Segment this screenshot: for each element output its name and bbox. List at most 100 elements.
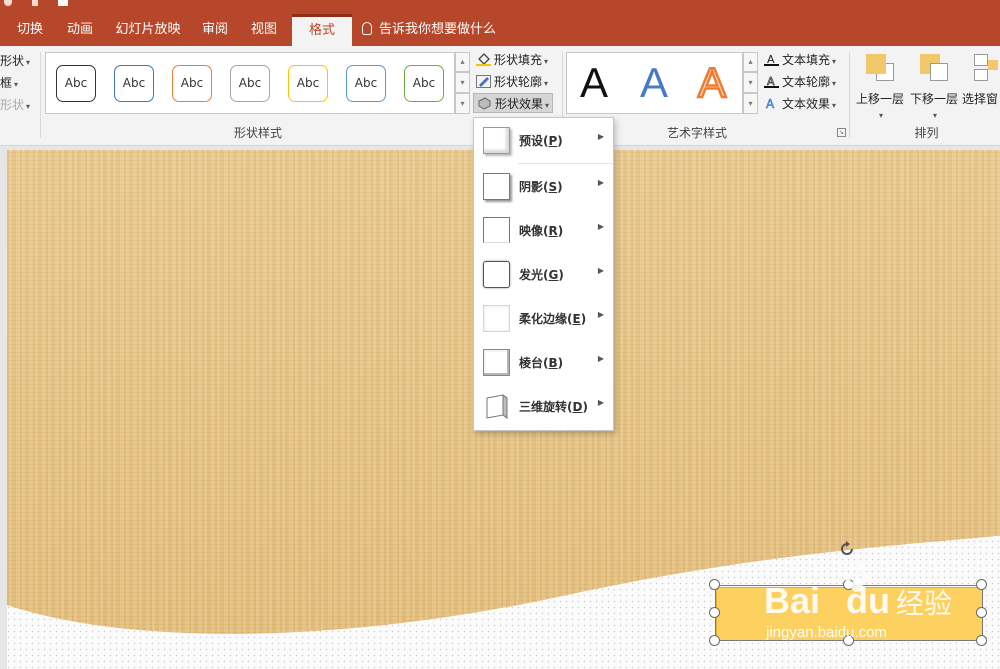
tab-animations[interactable]: 动画	[56, 14, 104, 46]
menu-item-label: 阴影(S)	[519, 180, 563, 194]
shape-effects-label: 形状效果	[495, 97, 544, 111]
wordart-style-blue[interactable]: A	[640, 57, 668, 109]
wordart-scroll-down[interactable]: ▾	[743, 72, 758, 93]
text-outline-icon: A	[764, 75, 779, 88]
3d-rotation-icon	[486, 394, 508, 419]
resize-handle[interactable]	[976, 579, 987, 590]
title-strip	[0, 0, 1000, 14]
powerpoint-window: 切换 动画 幻灯片放映 审阅 视图 格式 告诉我你想要做什么 形状 ▾ 框 ▾ 形状…	[0, 0, 1000, 669]
workspace-margin	[0, 150, 7, 669]
group-label-arrange: 排列	[914, 126, 939, 140]
chevron-down-icon: ▾	[832, 57, 837, 66]
shape-fill-label: 形状填充	[494, 53, 543, 67]
text-fill-icon: A	[764, 53, 779, 66]
menu-item-label: 预设(P)	[519, 134, 563, 148]
menu-item-shadow[interactable]: 阴影(S) ▶	[474, 165, 613, 209]
shape-style-item[interactable]: Abc	[404, 65, 444, 102]
submenu-arrow-icon: ▶	[597, 354, 604, 363]
shape-fill-button[interactable]: 形状填充 ▾	[476, 50, 548, 70]
resize-handle[interactable]	[709, 579, 720, 590]
wordart-style-orange[interactable]: A	[697, 57, 728, 109]
submenu-arrow-icon: ▶	[597, 132, 604, 141]
shape-style-item[interactable]: Abc	[56, 65, 96, 102]
rotate-handle-icon[interactable]	[838, 540, 856, 558]
selection-pane-icon	[974, 54, 1000, 84]
menu-item-label: 棱台(B)	[519, 356, 564, 370]
shape-partial-button[interactable]: 形状 ▾	[0, 52, 30, 69]
send-backward-label: 下移一层	[909, 92, 958, 106]
dialog-launcher-icon[interactable]: ↘	[837, 128, 846, 137]
selection-pane-label: 选择窗	[962, 92, 999, 106]
shape-style-item[interactable]: Abc	[288, 65, 328, 102]
tab-review[interactable]: 审阅	[192, 14, 238, 46]
tab-format[interactable]: 格式	[292, 14, 352, 46]
text-fill-label: 文本填充	[782, 53, 831, 67]
group-separator	[849, 52, 850, 138]
tab-view[interactable]: 视图	[240, 14, 288, 46]
menu-item-label: 柔化边缘(E)	[519, 312, 587, 326]
resize-handle[interactable]	[709, 607, 720, 618]
wordart-more[interactable]: ▾	[743, 93, 758, 114]
resize-handle[interactable]	[976, 635, 987, 646]
shape-style-item[interactable]: Abc	[114, 65, 154, 102]
shadow-icon	[483, 173, 510, 200]
border-partial-button[interactable]: 框 ▾	[0, 74, 18, 91]
submenu-arrow-icon: ▶	[597, 222, 604, 231]
tell-me-box[interactable]: 告诉我你想要做什么	[362, 14, 496, 46]
menu-item-soft-edges[interactable]: 柔化边缘(E) ▶	[474, 297, 613, 341]
soft-edges-icon	[483, 305, 510, 332]
chevron-down-icon: ▾	[544, 57, 549, 66]
send-backward-button[interactable]: 下移一层 ▾	[908, 54, 960, 121]
bring-forward-button[interactable]: 上移一层 ▾	[854, 54, 906, 121]
shape-effects-button[interactable]: 形状效果 ▾	[473, 93, 554, 113]
shape-effects-icon	[478, 97, 491, 110]
wordart-style-black[interactable]: A	[580, 57, 608, 109]
shape-style-item[interactable]: Abc	[172, 65, 212, 102]
shape-style-item[interactable]: Abc	[230, 65, 270, 102]
watermark-brand: Bai	[764, 580, 821, 621]
menu-item-reflection[interactable]: 映像(R) ▶	[474, 209, 613, 253]
menu-item-preset[interactable]: 预设(P) ▶	[474, 119, 613, 163]
chevron-down-icon: ▾	[832, 101, 837, 110]
reflection-icon	[483, 217, 510, 243]
shape-disabled-label: 形状	[0, 98, 25, 112]
quick-access-icon[interactable]	[4, 0, 12, 6]
gallery-more[interactable]: ▾	[455, 93, 470, 114]
wordart-style-gallery: A A A	[566, 52, 743, 114]
tab-transitions[interactable]: 切换	[6, 14, 54, 46]
ribbon-tabs: 切换 动画 幻灯片放映 审阅 视图 格式	[0, 14, 1000, 46]
menu-item-bevel[interactable]: 棱台(B) ▶	[474, 341, 613, 385]
gallery-scroll-up[interactable]: ▴	[455, 52, 470, 72]
menu-item-label: 三维旋转(D)	[519, 400, 588, 414]
chevron-down-icon: ▾	[545, 101, 550, 110]
wordart-scroll-up[interactable]: ▴	[743, 52, 758, 72]
shape-style-gallery: Abc Abc Abc Abc Abc Abc Abc	[45, 52, 455, 114]
shape-effects-menu: 预设(P) ▶ 阴影(S) ▶ 映像(R) ▶ 发光(G) ▶ 柔化边缘(E) …	[473, 117, 614, 431]
gallery-scroll-down[interactable]: ▾	[455, 72, 470, 93]
resize-handle[interactable]	[976, 607, 987, 618]
menu-item-label: 发光(G)	[519, 268, 564, 282]
shape-style-item[interactable]: Abc	[346, 65, 386, 102]
resize-handle[interactable]	[709, 635, 720, 646]
text-fill-button[interactable]: A 文本填充 ▾	[764, 50, 836, 70]
selection-pane-button[interactable]: 选择窗	[962, 54, 1000, 107]
text-outline-button[interactable]: A 文本轮廓 ▾	[764, 72, 836, 92]
tab-slideshow[interactable]: 幻灯片放映	[106, 14, 190, 46]
chevron-down-icon: ▾	[14, 80, 19, 89]
menu-item-3d-rotation[interactable]: 三维旋转(D) ▶	[474, 385, 613, 429]
text-effects-label: 文本效果	[782, 97, 831, 111]
bring-forward-icon	[864, 54, 896, 84]
text-effects-button[interactable]: A 文本效果 ▾	[764, 94, 836, 114]
touch-mode-icon[interactable]	[32, 0, 38, 6]
shape-outline-button[interactable]: 形状轮廓 ▾	[476, 72, 548, 92]
svg-text:A: A	[766, 97, 775, 110]
paw-icon	[845, 560, 871, 600]
menu-item-glow[interactable]: 发光(G) ▶	[474, 253, 613, 297]
submenu-arrow-icon: ▶	[597, 310, 604, 319]
tell-me-text: 告诉我你想要做什么	[379, 22, 497, 37]
shape-partial-label: 形状	[0, 54, 25, 68]
send-backward-icon	[918, 54, 950, 84]
menu-separator	[518, 163, 613, 164]
text-outline-label: 文本轮廓	[782, 75, 831, 89]
submenu-arrow-icon: ▶	[597, 266, 604, 275]
